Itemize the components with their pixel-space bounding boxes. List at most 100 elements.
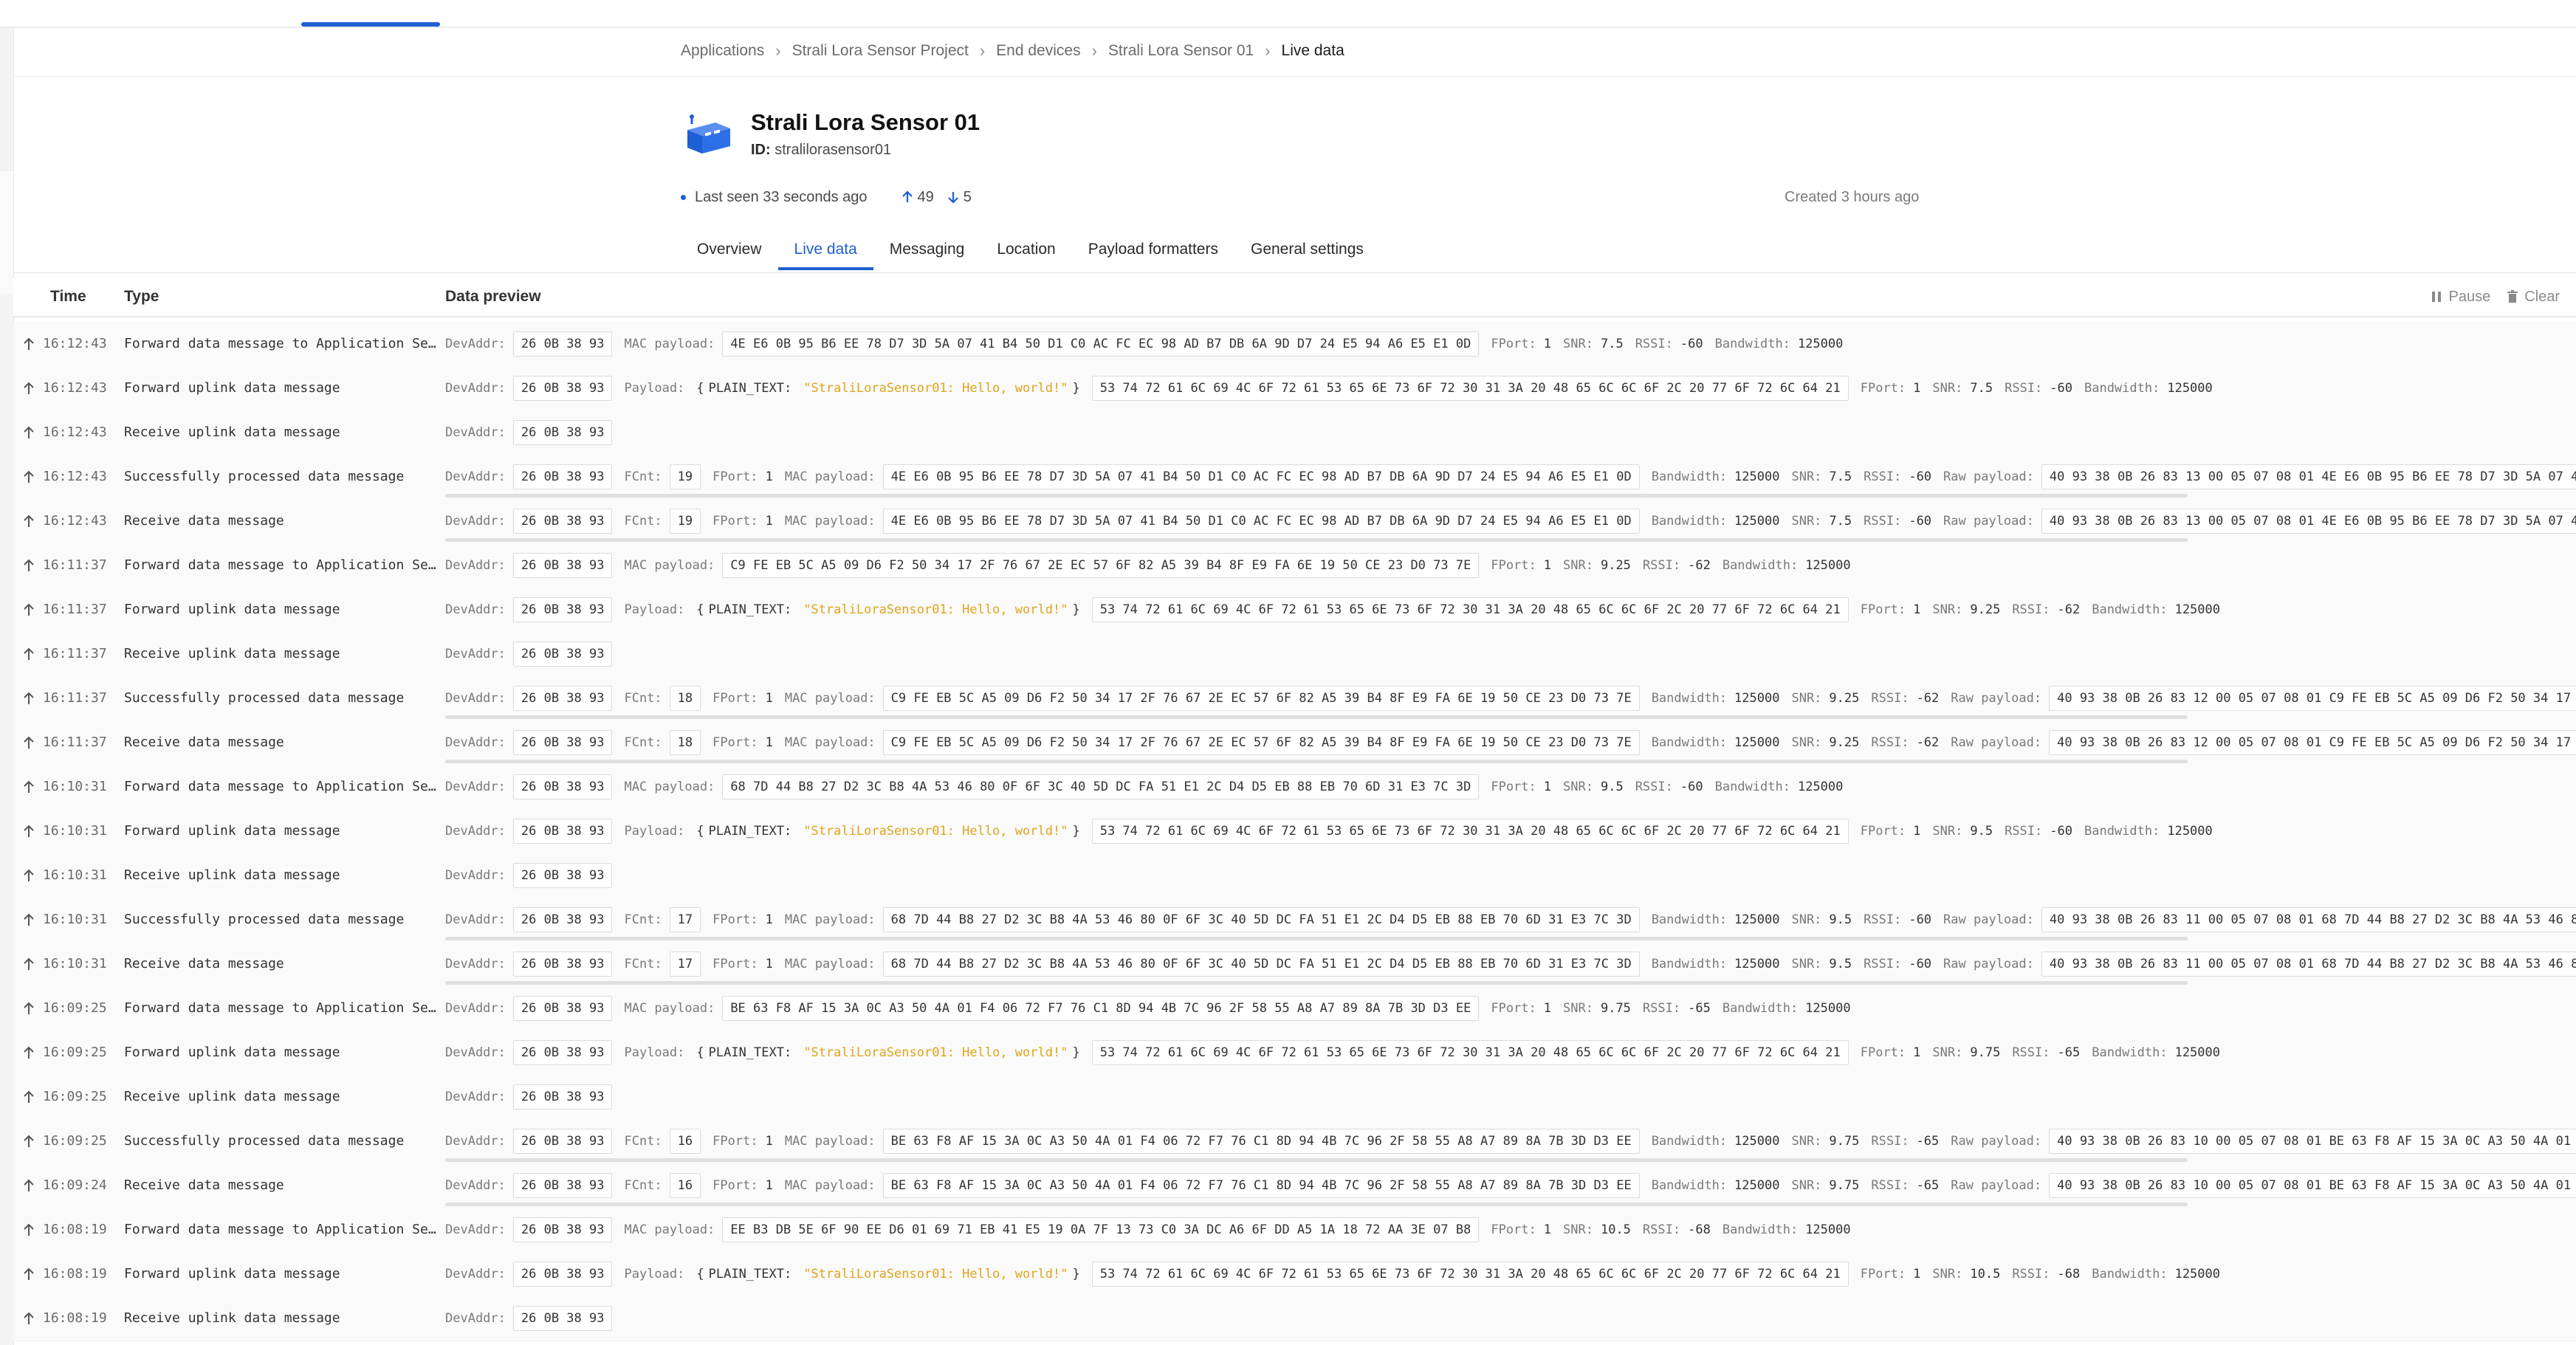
rssi-label: RSSI: — [1635, 337, 1673, 351]
table-row[interactable]: 16:09:25 Forward uplink data message DevAd… — [13, 1031, 2576, 1076]
table-row[interactable]: 16:11:37 Receive uplink data message DevAd… — [13, 632, 2576, 677]
devaddr-value: 26 0B 38 93 — [512, 376, 613, 401]
tab-general-settings[interactable]: General settings — [1234, 233, 1380, 270]
table-row[interactable]: 16:08:19 Forward uplink data message DevAd… — [13, 1252, 2576, 1297]
table-row[interactable]: 16:10:31 Forward data message to Applicat… — [13, 765, 2576, 810]
breadcrumb-application[interactable]: Strali Lora Sensor Project — [792, 42, 969, 60]
table-row[interactable]: 16:12:43 Receive uplink data message DevAd… — [13, 410, 2576, 455]
sidebar-collapsed[interactable] — [0, 28, 14, 1345]
fcnt-label: FCnt: — [624, 469, 662, 484]
tab-location[interactable]: Location — [980, 233, 1071, 270]
row-type: Receive uplink data message — [124, 1089, 340, 1104]
bandwidth-label: Bandwidth: — [1651, 691, 1728, 706]
rssi-value: -65 — [1916, 1134, 1940, 1149]
tab-payload-formatters[interactable]: Payload formatters — [1072, 233, 1234, 270]
fport-value: 1 — [1913, 602, 1921, 617]
table-row[interactable]: 16:11:37 Forward data message to Applicat… — [13, 543, 2576, 588]
fport-value: 1 — [1543, 780, 1552, 794]
plain-text-key: PLAIN_TEXT: — [708, 602, 792, 617]
table-row[interactable]: 16:10:31 Forward uplink data message DevAd… — [13, 809, 2576, 854]
table-row[interactable]: 16:11:37 Receive data message DevAddr: 26 0… — [13, 720, 2576, 766]
fcnt-label: FCnt: — [624, 691, 662, 706]
row-type: Forward data message to Application Serv… — [124, 336, 442, 351]
table-row[interactable]: 16:12:43 Receive data message DevAddr: 26 0… — [13, 499, 2576, 544]
row-type: Receive data message — [124, 1177, 284, 1193]
column-header-type[interactable]: Type — [124, 278, 159, 316]
uplink-count-value: 49 — [917, 188, 934, 205]
table-row[interactable]: 16:11:37 Forward uplink data message DevAd… — [13, 588, 2576, 633]
table-row[interactable]: 16:09:25 Successfully processed data mess… — [13, 1119, 2576, 1164]
plain-text-value: "StraliLoraSensor01: Hello, world!" — [803, 1267, 1068, 1282]
row-type: Forward data message to Application Serv… — [124, 1222, 442, 1237]
fcnt-value: 18 — [669, 730, 701, 755]
tab-live-data[interactable]: Live data — [777, 233, 873, 270]
mac-payload-value: BE 63 F8 AF 15 3A 0C A3 50 4A 01 F4 06 7… — [882, 1173, 1640, 1198]
rssi-value: -65 — [1916, 1178, 1940, 1193]
table-row[interactable]: 16:10:31 Receive data message DevAddr: 26 0… — [13, 942, 2576, 987]
row-data-preview: DevAddr: 26 0B 38 93 FCnt: 19 FPort: 1 MAC pay… — [445, 455, 2576, 499]
rssi-label: RSSI: — [1871, 1134, 1909, 1149]
row-type: Forward data message to Application Serv… — [124, 557, 442, 573]
bandwidth-value: 125000 — [1805, 1001, 1851, 1016]
rssi-label: RSSI: — [1635, 780, 1673, 794]
snr-value: 7.5 — [1600, 337, 1624, 351]
payload-hex: 53 74 72 61 6C 69 4C 6F 72 61 53 65 6E 7… — [1091, 376, 1849, 401]
mac-payload-label: MAC payload: — [624, 558, 715, 573]
bandwidth-label: Bandwidth: — [1651, 957, 1728, 971]
column-header-time[interactable]: Time — [50, 278, 86, 316]
fport-value: 1 — [765, 1134, 773, 1149]
row-time: 16:10:31 — [43, 912, 107, 927]
devaddr-label: DevAddr: — [445, 1222, 506, 1237]
tab-messaging[interactable]: Messaging — [873, 233, 981, 270]
row-type: Receive uplink data message — [124, 867, 340, 883]
bandwidth-label: Bandwidth: — [1651, 1134, 1728, 1149]
table-row[interactable]: 16:12:43 Successfully processed data mess… — [13, 455, 2576, 500]
fport-label: FPort: — [1860, 824, 1906, 839]
row-type: Receive uplink data message — [124, 1310, 340, 1326]
table-row[interactable]: 16:12:43 Forward uplink data message DevAd… — [13, 366, 2576, 411]
tab-overview[interactable]: Overview — [681, 233, 778, 270]
table-row[interactable]: 16:09:24 Receive data message DevAddr: 26 0… — [13, 1163, 2576, 1208]
breadcrumb-applications[interactable]: Applications — [681, 42, 764, 60]
clear-button[interactable]: Clear — [2507, 289, 2560, 306]
table-row[interactable]: 16:08:19 Receive uplink data message DevAd… — [13, 1296, 2576, 1341]
table-row[interactable]: 16:10:31 Receive uplink data message DevAd… — [13, 853, 2576, 898]
arrow-up-icon — [22, 337, 35, 351]
rssi-label: RSSI: — [1642, 1001, 1681, 1016]
table-row[interactable]: 16:10:31 Successfully processed data mess… — [13, 898, 2576, 943]
payload-label: Payload: — [624, 1267, 685, 1282]
snr-label: SNR: — [1791, 957, 1822, 971]
bandwidth-value: 125000 — [2174, 1267, 2220, 1282]
table-row[interactable]: 16:11:37 Successfully processed data mess… — [13, 676, 2576, 721]
snr-label: SNR: — [1791, 514, 1822, 529]
pause-button[interactable]: Pause — [2431, 289, 2490, 306]
snr-label: SNR: — [1932, 824, 1963, 839]
divider — [13, 272, 2576, 273]
fcnt-label: FCnt: — [624, 912, 662, 927]
row-data-preview: DevAddr: 26 0B 38 93 MAC payload: 4E E6 0B … — [445, 322, 1855, 366]
rssi-value: -65 — [1688, 1001, 1711, 1016]
table-row[interactable]: 16:09:25 Receive uplink data message DevAd… — [13, 1075, 2576, 1120]
table-row[interactable]: 16:08:19 Forward data message to Applicat… — [13, 1208, 2576, 1253]
rssi-value: -62 — [2057, 602, 2081, 617]
table-row[interactable]: 16:12:43 Forward data message to Applicat… — [13, 322, 2576, 367]
row-data-preview: DevAddr: 26 0B 38 93 FCnt: 19 FPort: 1 MAC pay… — [445, 499, 2576, 543]
breadcrumb-end-devices[interactable]: End devices — [996, 42, 1080, 60]
clear-label: Clear — [2524, 288, 2560, 305]
arrow-up-icon — [22, 602, 35, 617]
table-row[interactable]: 16:09:25 Forward data message to Applicat… — [13, 986, 2576, 1031]
fport-value: 1 — [765, 1178, 773, 1193]
rssi-label: RSSI: — [1864, 912, 1902, 927]
bandwidth-value: 125000 — [1734, 691, 1780, 706]
raw-payload-label: Raw payload: — [1943, 912, 2034, 927]
row-type: Receive uplink data message — [124, 646, 340, 661]
devaddr-value: 26 0B 38 93 — [512, 1040, 613, 1065]
row-data-preview: DevAddr: 26 0B 38 93 — [445, 632, 624, 676]
bandwidth-label: Bandwidth: — [1714, 780, 1790, 794]
snr-label: SNR: — [1563, 1222, 1593, 1237]
bandwidth-label: Bandwidth: — [1722, 1001, 1799, 1016]
fport-value: 1 — [765, 469, 773, 484]
arrow-up-icon — [22, 1311, 35, 1326]
mac-payload-label: MAC payload: — [784, 691, 876, 706]
breadcrumb-device[interactable]: Strali Lora Sensor 01 — [1108, 42, 1254, 60]
